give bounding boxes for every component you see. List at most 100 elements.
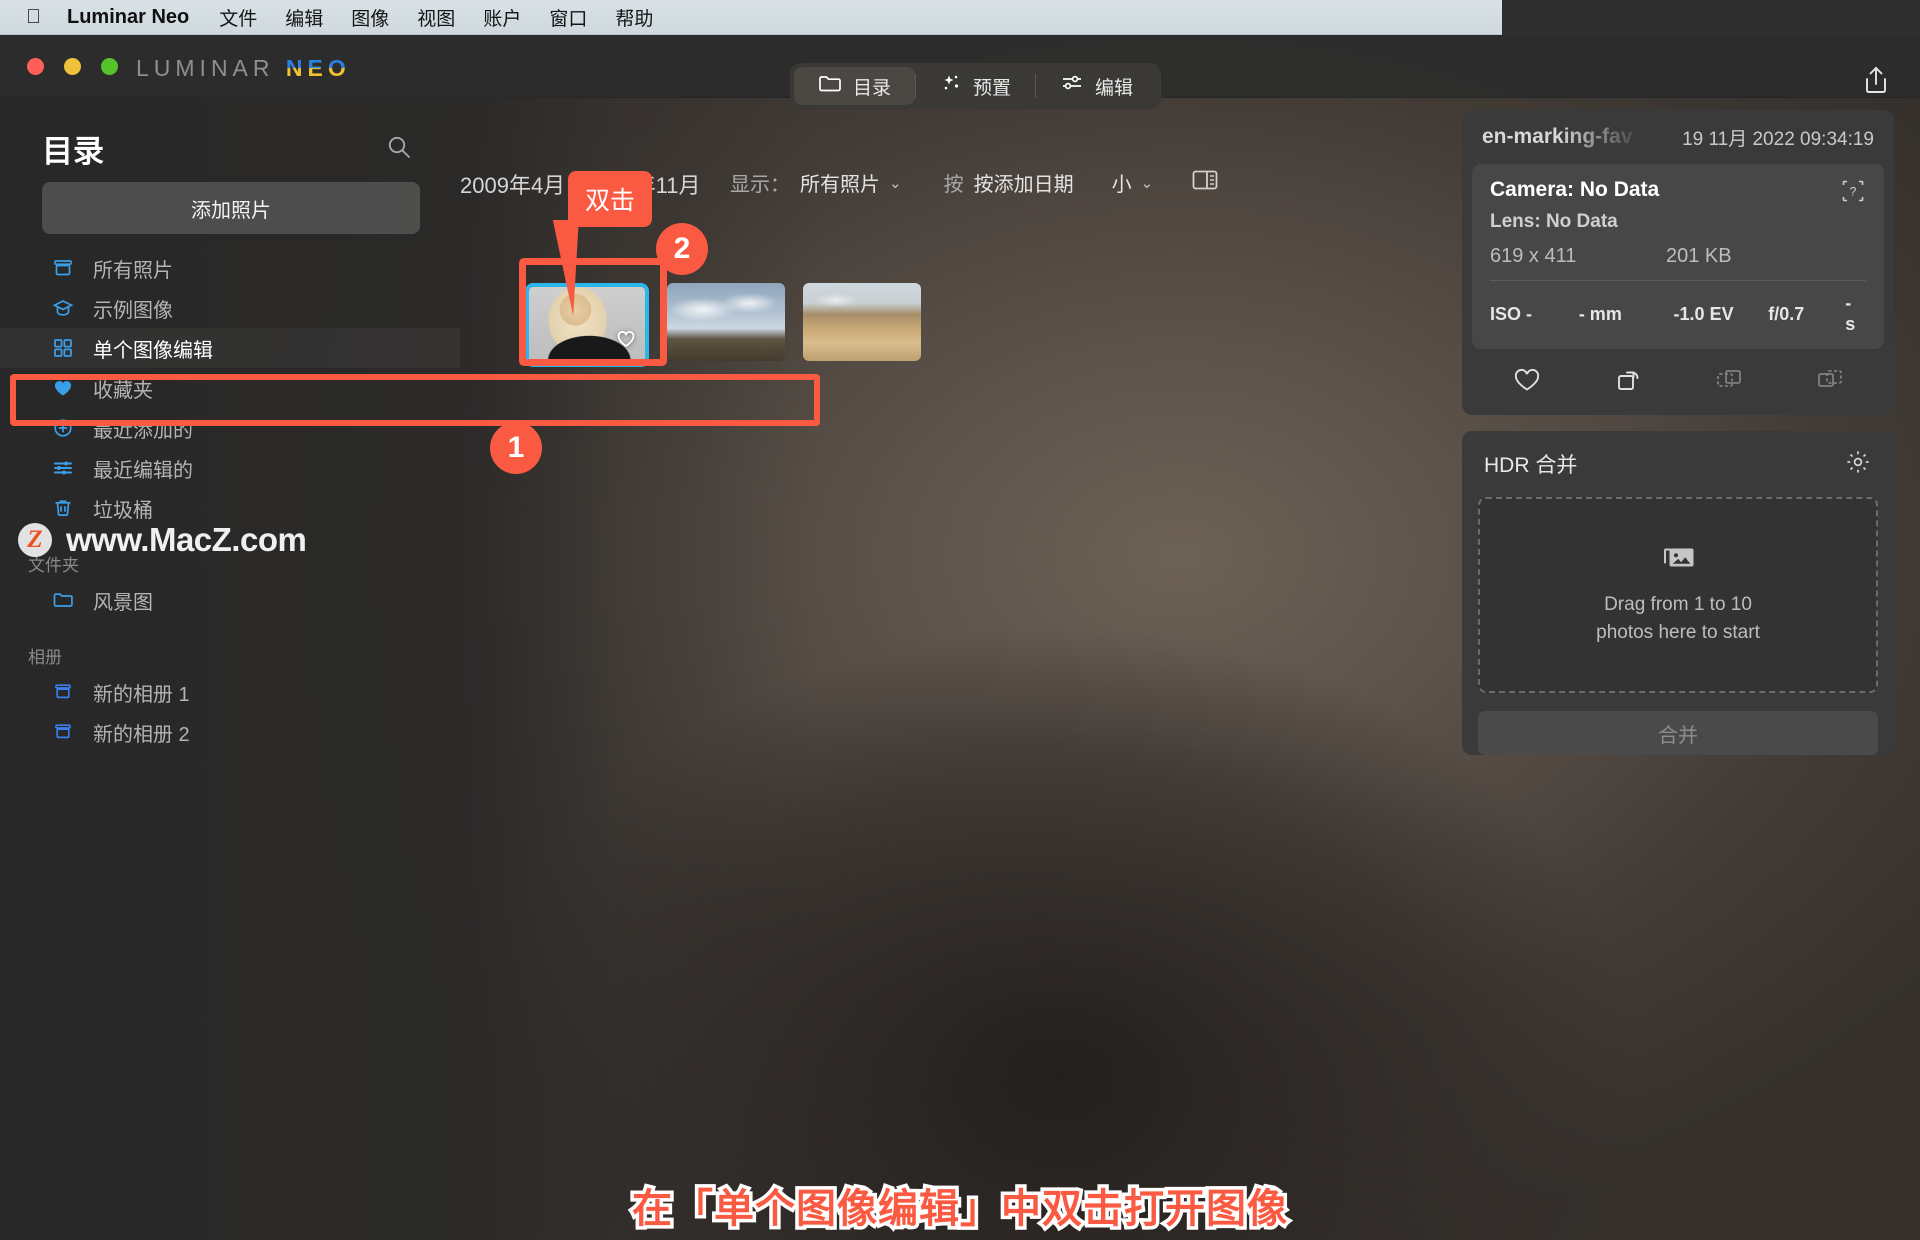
folder-icon	[52, 589, 74, 611]
menubar-item-image[interactable]: 图像	[351, 4, 389, 31]
hdr-merge-card: HDR 合并 Drag from 1 to 10 photos here to …	[1462, 431, 1894, 755]
show-filter-value[interactable]: 所有照片	[800, 168, 880, 197]
image-filename: en-marking-fav	[1482, 125, 1633, 148]
menubar-item-file[interactable]: 文件	[219, 4, 257, 31]
minimize-button[interactable]	[64, 58, 81, 75]
menubar-app-name[interactable]: Luminar Neo	[67, 6, 189, 29]
hdr-merge-button-label: 合并	[1658, 724, 1698, 747]
chevron-down-icon[interactable]: ⌄	[1141, 174, 1154, 192]
split-panel-icon[interactable]	[1191, 168, 1219, 197]
sliders-icon	[1060, 73, 1084, 99]
watermark: Z www.MacZ.com	[18, 521, 307, 559]
exif-focal-length: - mm	[1578, 303, 1622, 324]
sidebar-folder-landscape[interactable]: 风景图	[0, 580, 460, 620]
sidebar-item-label: 示例图像	[93, 299, 173, 322]
sidebar-folder-label: 风景图	[93, 591, 153, 614]
window-controls	[27, 58, 118, 75]
photos-stack-icon	[1661, 544, 1695, 579]
sidebar-item-sample-images[interactable]: 示例图像	[0, 288, 460, 328]
copy-dashed-icon[interactable]	[1714, 366, 1744, 399]
copy-layers-icon[interactable]	[1815, 366, 1845, 399]
close-button[interactable]	[27, 58, 44, 75]
sidebar-item-all-photos[interactable]: 所有照片	[0, 248, 460, 288]
instruction-caption-text: 在「单个图像编辑」中双击打开图像	[629, 1184, 1291, 1235]
brand-accent-text: NEO	[285, 55, 351, 81]
sidebar-album-label: 新的相册 1	[93, 683, 190, 706]
sidebar-item-label: 所有照片	[93, 259, 173, 282]
thumbnail-image	[667, 283, 785, 361]
apple-logo-icon[interactable]: 	[26, 7, 41, 27]
tab-catalog-label: 目录	[853, 77, 892, 99]
rotate-icon[interactable]	[1613, 366, 1643, 399]
app-logo: LUMINAR NEO	[136, 55, 351, 82]
landscape-desert-thumbnail[interactable]	[803, 283, 921, 361]
app-titlebar: LUMINAR NEO 目录 预置 编辑	[0, 35, 1920, 109]
sort-filter-label: 按	[943, 174, 964, 196]
tab-edit-label: 编辑	[1095, 77, 1134, 99]
hdr-merge-title: HDR 合并	[1484, 454, 1578, 477]
instruction-caption: 在「单个图像编辑」中双击打开图像	[0, 1176, 1920, 1235]
folder-icon	[818, 73, 842, 99]
image-actions-row	[1462, 349, 1894, 415]
hdr-dropzone-text: Drag from 1 to 10 photos here to start	[1596, 593, 1760, 643]
image-capture-date: 19 11月 2022 09:34:19	[1682, 128, 1874, 150]
exif-shutter-speed: - s	[1845, 293, 1856, 334]
exif-block: Camera: No Data Lens: No Data ? 619 x 41…	[1472, 164, 1884, 349]
menubar-item-help[interactable]: 帮助	[615, 4, 653, 31]
hdr-merge-button[interactable]: 合并	[1478, 711, 1878, 755]
page-title: 目录	[42, 134, 104, 169]
exif-aperture: f/0.7	[1768, 303, 1805, 324]
thumbnail-size-value[interactable]: 小	[1112, 168, 1132, 197]
heart-icon[interactable]	[1512, 366, 1542, 399]
tab-presets-label: 预置	[973, 77, 1012, 99]
watermark-badge-icon: Z	[18, 523, 52, 557]
catalog-sidebar: 目录 添加照片 所有照片 示例图像 单个图像编辑 收藏夹 最近添加的 最近编辑的…	[0, 98, 460, 1240]
sliders-icon	[52, 457, 74, 479]
sparkle-icon	[940, 73, 962, 99]
sidebar-album-1[interactable]: 新的相册 1	[0, 672, 460, 712]
sidebar-album-2[interactable]: 新的相册 2	[0, 712, 460, 752]
svg-text:?: ?	[1850, 185, 1857, 199]
filter-controls: 显示： 所有照片 ⌄ 按 按添加日期 小 ⌄	[730, 168, 1219, 197]
gear-icon[interactable]	[1844, 448, 1872, 481]
search-icon[interactable]	[386, 134, 412, 165]
sidebar-item-label: 单个图像编辑	[93, 339, 213, 362]
share-icon[interactable]	[1862, 65, 1890, 100]
sidebar-item-label: 最近编辑的	[93, 459, 193, 482]
menubar-item-view[interactable]: 视图	[417, 4, 455, 31]
exif-exposure-value: -1.0 EV	[1673, 303, 1734, 324]
sidebar-nav-list: 所有照片 示例图像 单个图像编辑 收藏夹 最近添加的 最近编辑的 垃圾桶 文件夹…	[0, 248, 460, 752]
callout-double-click: 双击	[568, 171, 652, 227]
inspector-panel: en-marking-fav 19 11月 2022 09:34:19 Came…	[1462, 110, 1894, 773]
maximize-button[interactable]	[101, 58, 118, 75]
landscape-field-thumbnail[interactable]	[667, 283, 785, 361]
menubar-filler	[1502, 0, 1920, 35]
annotation-badge-1: 1	[490, 422, 542, 474]
menubar-item-account[interactable]: 账户	[483, 4, 521, 31]
sidebar-item-label: 垃圾桶	[93, 499, 153, 522]
macos-menubar:  Luminar Neo 文件 编辑 图像 视图 账户 窗口 帮助	[0, 0, 1502, 35]
hdr-dropzone[interactable]: Drag from 1 to 10 photos here to start	[1478, 497, 1878, 693]
help-icon[interactable]: ?	[1840, 178, 1866, 209]
menubar-item-edit[interactable]: 编辑	[285, 4, 323, 31]
sidebar-group-albums: 相册	[28, 648, 62, 667]
sidebar-item-single-image-edit[interactable]: 单个图像编辑	[0, 328, 460, 368]
annotation-badge-2: 2	[656, 223, 708, 275]
catalog-filter-bar: 2009年4月 - 2022年11月 显示： 所有照片 ⌄ 按 按添加日期 小 …	[460, 98, 1460, 198]
metadata-card: en-marking-fav 19 11月 2022 09:34:19 Came…	[1462, 110, 1894, 415]
exif-iso: ISO -	[1490, 303, 1533, 324]
add-photos-button[interactable]: 添加照片	[42, 182, 420, 234]
exif-values-row: ISO - - mm -1.0 EV f/0.7 - s	[1490, 281, 1866, 339]
lens-label: Lens: No Data	[1490, 211, 1618, 232]
image-dimensions: 619 x 411	[1490, 245, 1577, 267]
luminar-app-window: LUMINAR NEO 目录 预置 编辑 目录 添加照片 所有照片 示例图像 单…	[0, 35, 1920, 1240]
menubar-item-window[interactable]: 窗口	[549, 4, 587, 31]
brand-primary-text: LUMINAR	[136, 55, 275, 81]
show-filter-label: 显示：	[730, 174, 790, 196]
sidebar-item-recently-edited[interactable]: 最近编辑的	[0, 448, 460, 488]
chevron-down-icon[interactable]: ⌄	[889, 174, 902, 192]
sort-filter-value[interactable]: 按添加日期	[974, 168, 1074, 197]
grid-icon	[52, 337, 74, 359]
archive-icon	[52, 257, 74, 279]
annotation-highlight-sidebar-item	[10, 374, 820, 426]
